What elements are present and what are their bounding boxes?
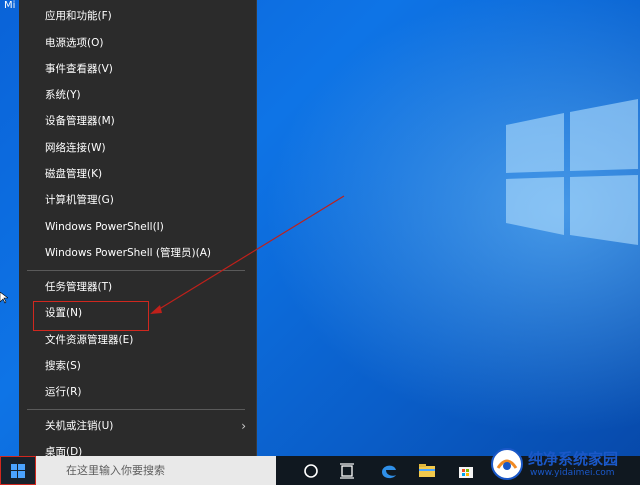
windows-start-icon	[11, 464, 25, 478]
store-icon[interactable]	[455, 460, 477, 482]
annotation-arrow	[150, 195, 345, 314]
cortana-icon[interactable]	[300, 460, 322, 482]
watermark-url: www.yidaimei.com	[530, 468, 615, 478]
watermark-title: 纯净系统家园	[528, 450, 619, 468]
watermark-logo-icon	[491, 448, 523, 480]
watermark: 纯净系统家园 www.yidaimei.com	[486, 444, 636, 482]
taskbar-search-input[interactable]: 在这里输入你要搜索	[36, 456, 276, 485]
task-view-icon[interactable]	[336, 460, 358, 482]
edge-icon[interactable]	[378, 460, 400, 482]
file-explorer-icon[interactable]	[416, 460, 438, 482]
start-button[interactable]	[0, 456, 36, 485]
